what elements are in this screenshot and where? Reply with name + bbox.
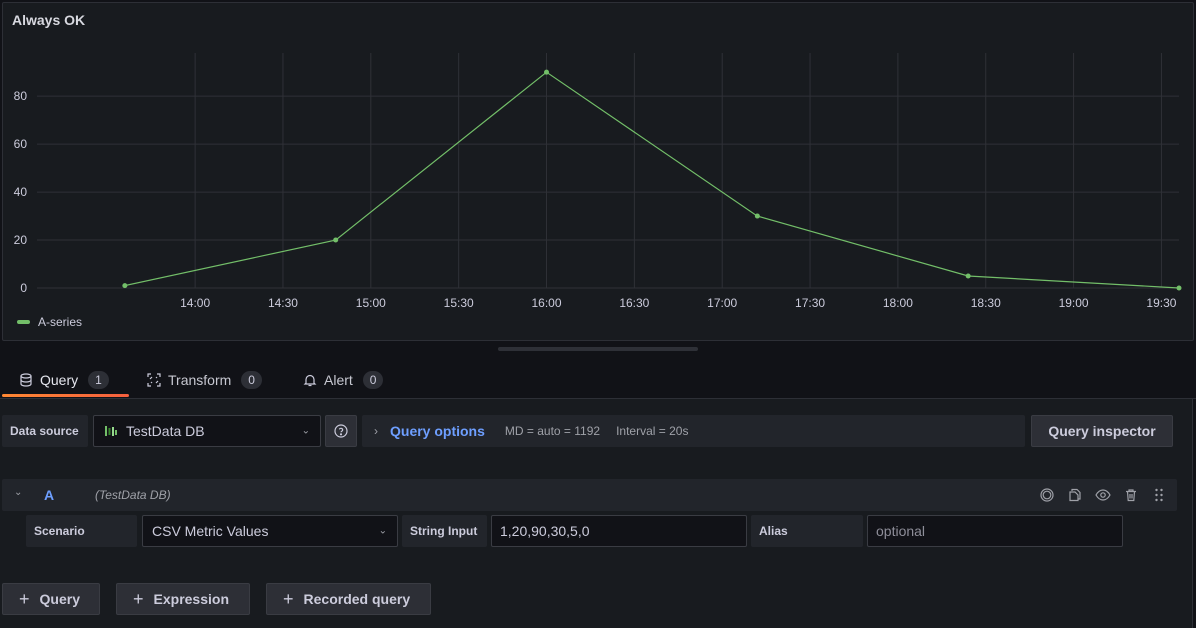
legend-swatch	[17, 320, 30, 324]
data-point	[965, 273, 971, 279]
tab-alert-label: Alert	[324, 372, 353, 388]
tab-query-count: 1	[88, 371, 109, 389]
data-point	[333, 237, 339, 243]
query-options-toggle[interactable]: › Query options MD = auto = 1192 Interva…	[362, 415, 1025, 447]
alias-input[interactable]: optional	[867, 515, 1123, 547]
question-circle-icon	[334, 424, 348, 438]
drag-handle-icon[interactable]	[1151, 487, 1167, 503]
delete-query-trash-icon[interactable]	[1123, 487, 1139, 503]
interval-info: Interval = 20s	[616, 424, 689, 438]
active-tab-indicator	[2, 394, 129, 397]
query-datasource-name: (TestData DB)	[95, 488, 171, 502]
add-query-button[interactable]: + Query	[2, 583, 100, 615]
y-tick-label: 20	[14, 233, 28, 247]
legend-item[interactable]: A-series	[17, 315, 82, 329]
bell-icon	[302, 372, 318, 388]
chevron-down-icon: ⌄	[301, 425, 310, 437]
x-tick-label: 19:00	[1059, 296, 1089, 310]
tab-transform-label: Transform	[168, 372, 232, 388]
chevron-right-icon: ›	[374, 424, 378, 438]
data-point	[754, 213, 760, 219]
data-point	[544, 69, 550, 75]
data-source-help-button[interactable]	[325, 415, 357, 447]
panel: Always OK 0 20 40 60 80 14:00 14:30 15:00 15:30 1…	[2, 2, 1194, 341]
x-tick-label: 18:00	[883, 296, 913, 310]
tab-query[interactable]: Query 1	[18, 362, 109, 398]
tab-alert-count: 0	[362, 371, 384, 389]
x-tick-label: 15:30	[444, 296, 474, 310]
testdata-db-icon	[104, 424, 118, 438]
y-tick-label: 80	[14, 89, 28, 103]
query-row-header: ⌄ A (TestData DB)	[2, 479, 1177, 511]
pane-resize-handle[interactable]	[498, 347, 698, 351]
duplicate-query-icon[interactable]	[1067, 487, 1083, 503]
data-point	[122, 283, 128, 289]
query-row-actions	[1039, 487, 1167, 503]
x-tick-label: 18:30	[971, 296, 1001, 310]
legend-label: A-series	[38, 315, 83, 329]
scenario-select[interactable]: CSV Metric Values ⌄	[142, 515, 398, 547]
editor-tabs: Query 1 Transform 0 Alert 0	[0, 362, 1196, 398]
tab-alert[interactable]: Alert 0	[302, 362, 384, 398]
tab-query-label: Query	[40, 372, 79, 388]
query-inspector-button[interactable]: Query inspector	[1031, 415, 1173, 447]
alias-label: Alias	[751, 515, 863, 547]
plus-icon: +	[133, 589, 144, 609]
y-tick-label: 0	[20, 281, 27, 295]
plus-icon: +	[19, 589, 30, 609]
add-recorded-query-button[interactable]: + Recorded query	[266, 583, 431, 615]
tab-transform-count: 0	[241, 371, 262, 389]
x-tick-label: 17:30	[795, 296, 825, 310]
x-tick-label: 19:30	[1146, 296, 1176, 310]
data-source-picker[interactable]: TestData DB ⌄	[93, 415, 321, 447]
database-icon	[18, 372, 34, 388]
y-tick-label: 40	[14, 185, 28, 199]
chevron-down-icon: ⌄	[378, 525, 387, 537]
y-tick-label: 60	[14, 137, 28, 151]
add-expression-button[interactable]: + Expression	[116, 583, 250, 615]
tab-transform[interactable]: Transform 0	[146, 362, 262, 398]
query-ref-id[interactable]: A	[44, 487, 54, 503]
time-series-chart: 0 20 40 60 80 14:00 14:30 15:00 15:30 16:00 16:30 1…	[14, 53, 1182, 310]
string-input-field[interactable]: 1,20,90,30,5,0	[491, 515, 747, 547]
x-tick-label: 17:00	[707, 296, 737, 310]
add-recorded-query-label: Recorded query	[303, 591, 411, 607]
string-input-label: String Input	[402, 515, 487, 547]
data-point	[1176, 285, 1182, 291]
x-tick-label: 14:00	[180, 296, 210, 310]
collapse-chevron-icon[interactable]: ⌄	[14, 487, 22, 498]
add-expression-label: Expression	[153, 591, 229, 607]
query-help-icon[interactable]	[1039, 487, 1055, 503]
add-query-label: Query	[39, 591, 80, 607]
data-source-label: Data source	[2, 415, 88, 447]
toggle-visibility-eye-icon[interactable]	[1095, 487, 1111, 503]
data-source-value: TestData DB	[126, 423, 205, 439]
x-tick-label: 16:00	[531, 296, 561, 310]
x-tick-label: 14:30	[268, 296, 298, 310]
query-options-label: Query options	[390, 423, 485, 439]
plus-icon: +	[283, 589, 294, 609]
transform-icon	[146, 372, 162, 388]
scenario-label: Scenario	[26, 515, 137, 547]
x-tick-label: 16:30	[619, 296, 649, 310]
scenario-value: CSV Metric Values	[152, 523, 269, 539]
x-tick-label: 15:00	[356, 296, 386, 310]
max-data-points-info: MD = auto = 1192	[504, 424, 601, 438]
